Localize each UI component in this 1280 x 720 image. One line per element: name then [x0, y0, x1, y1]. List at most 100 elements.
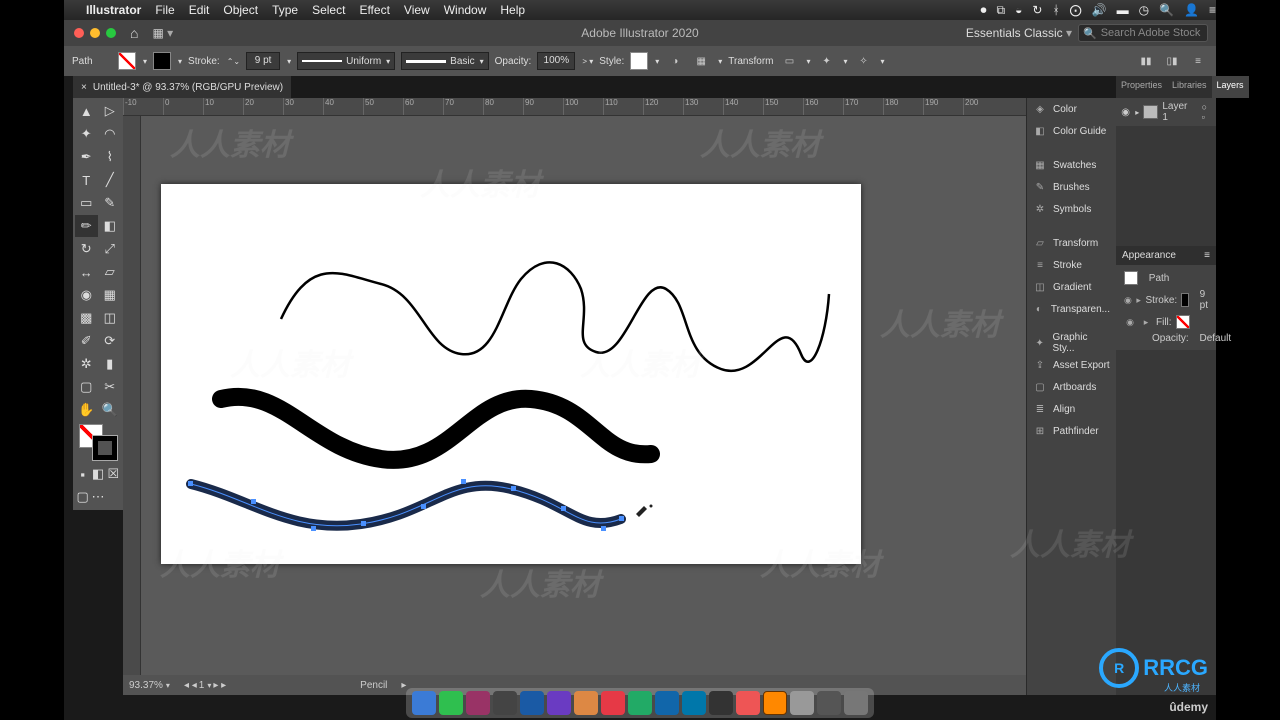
- type-tool[interactable]: T: [75, 169, 98, 191]
- dock-panel-transparen-[interactable]: ◐Transparen...: [1027, 298, 1116, 320]
- paintbrush-tool[interactable]: ✎: [99, 192, 122, 214]
- user-icon[interactable]: 👤: [1184, 3, 1199, 17]
- stroke-weight-field[interactable]: 9 pt: [246, 52, 280, 70]
- battery-icon[interactable]: ▬: [1117, 3, 1129, 17]
- align-icon[interactable]: ▦: [691, 51, 711, 71]
- close-window[interactable]: [74, 28, 84, 38]
- variable-width-profile[interactable]: Uniform▾: [297, 52, 395, 70]
- menu-edit[interactable]: Edit: [189, 3, 210, 17]
- appearance-fill-row[interactable]: ◉▸Fill:: [1120, 313, 1212, 331]
- arrange-documents-icon[interactable]: ▦ ▾: [152, 26, 173, 40]
- volume-icon[interactable]: 🔊: [1092, 3, 1107, 17]
- rectangle-tool[interactable]: ▭: [75, 192, 98, 214]
- layer-name[interactable]: Layer 1: [1162, 101, 1193, 123]
- graph-tool[interactable]: ▮: [99, 353, 122, 375]
- stroke-weight-stepper[interactable]: ⌃⌄: [227, 57, 240, 66]
- dock-trash-icon[interactable]: [844, 691, 868, 715]
- zoom-level[interactable]: 93.37% ▾: [129, 680, 170, 691]
- dock-panel-symbols[interactable]: ✲Symbols: [1027, 198, 1116, 220]
- magic-wand-tool[interactable]: ✦: [75, 123, 98, 145]
- dropbox-icon[interactable]: ⧉: [997, 3, 1006, 18]
- artboard-nav[interactable]: ◂ ◂ 1 ▾ ▸ ▸: [184, 680, 226, 691]
- opacity-dropdown[interactable]: > ▾: [582, 57, 593, 66]
- symbol-sprayer-tool[interactable]: ✲: [75, 353, 98, 375]
- bluetooth-icon[interactable]: ᚼ: [1052, 3, 1059, 17]
- visibility-icon[interactable]: ◉: [1120, 107, 1131, 118]
- selected-curve-path[interactable]: [191, 484, 621, 526]
- edit-toolbar[interactable]: ⋯: [90, 486, 105, 508]
- dock-illustrator-icon[interactable]: [763, 691, 787, 715]
- line-tool[interactable]: ╱: [99, 169, 122, 191]
- dock-panel-artboards[interactable]: ▢Artboards: [1027, 376, 1116, 398]
- eraser-tool[interactable]: ◧: [99, 215, 122, 237]
- perspective-tool[interactable]: ▦: [99, 284, 122, 306]
- home-icon[interactable]: ⌂: [130, 25, 138, 41]
- dock-app-icon[interactable]: [682, 691, 706, 715]
- tab-properties[interactable]: Properties: [1116, 76, 1167, 98]
- cc-icon[interactable]: ◒: [1015, 3, 1022, 17]
- fill-swatch[interactable]: [118, 52, 136, 70]
- stroke-swatch[interactable]: [153, 52, 171, 70]
- menu-extra-icon[interactable]: ≡: [1209, 3, 1216, 17]
- clock-icon[interactable]: ◷: [1139, 3, 1149, 17]
- curvature-tool[interactable]: ⌇: [99, 146, 122, 168]
- menu-help[interactable]: Help: [500, 3, 525, 17]
- expand-icon[interactable]: ▸: [1135, 108, 1139, 117]
- artboard[interactable]: [161, 184, 861, 564]
- dock-app-icon[interactable]: [790, 691, 814, 715]
- layer-thumbnail[interactable]: [1143, 105, 1158, 119]
- recolor-icon[interactable]: ◑: [665, 51, 685, 71]
- artboard-tool[interactable]: ▢: [75, 376, 98, 398]
- dock-panel-pathfinder[interactable]: ⊞Pathfinder: [1027, 420, 1116, 442]
- workspace-switcher[interactable]: Essentials Classic ▾: [966, 26, 1072, 40]
- slice-tool[interactable]: ✂: [99, 376, 122, 398]
- vertical-ruler[interactable]: [123, 116, 141, 675]
- canvas[interactable]: [141, 116, 1026, 675]
- dock-panel-color[interactable]: ◈Color: [1027, 98, 1116, 120]
- dock-app-icon[interactable]: [493, 691, 517, 715]
- dock-app-icon[interactable]: [817, 691, 841, 715]
- pen-tool[interactable]: ✒: [75, 146, 98, 168]
- width-tool[interactable]: ↔: [75, 261, 98, 283]
- dock-panel-align[interactable]: ≣Align: [1027, 398, 1116, 420]
- gradient-tool[interactable]: ◫: [99, 307, 122, 329]
- scale-tool[interactable]: ⤢: [99, 238, 122, 260]
- horizontal-ruler[interactable]: -100102030405060708090100110120130140150…: [123, 98, 1036, 116]
- dock-finder-icon[interactable]: [412, 691, 436, 715]
- dock-app-icon[interactable]: [574, 691, 598, 715]
- spotlight-icon[interactable]: 🔍: [1159, 3, 1174, 17]
- screen-mode[interactable]: ▢: [75, 486, 90, 508]
- stroke-box[interactable]: [93, 436, 117, 460]
- dock-app-icon[interactable]: [547, 691, 571, 715]
- shape-builder-tool[interactable]: ◉: [75, 284, 98, 306]
- hand-tool[interactable]: ✋: [75, 399, 98, 421]
- layer-row[interactable]: ◉ ▸ Layer 1 ○ ▫: [1120, 102, 1212, 122]
- direct-selection-tool[interactable]: ▷: [99, 100, 122, 122]
- menu-object[interactable]: Object: [223, 3, 258, 17]
- panel-toggle-1-icon[interactable]: ▮▮: [1136, 51, 1156, 71]
- thin-curve-path[interactable]: [281, 262, 829, 371]
- dock-app-icon[interactable]: [520, 691, 544, 715]
- zoom-tool[interactable]: 🔍: [99, 399, 122, 421]
- appearance-stroke-row[interactable]: ◉▸Stroke: 9 pt: [1120, 287, 1212, 313]
- status-record-icon[interactable]: ⏺: [981, 3, 987, 18]
- preferences-icon[interactable]: ✧: [854, 51, 874, 71]
- tab-layers[interactable]: Layers: [1212, 76, 1249, 98]
- panel-menu-icon[interactable]: ≡: [1204, 250, 1210, 261]
- blend-tool[interactable]: ⟳: [99, 330, 122, 352]
- pencil-tool[interactable]: ✏: [75, 215, 98, 237]
- menu-file[interactable]: File: [155, 3, 174, 17]
- appearance-opacity-row[interactable]: Opacity: Default: [1120, 331, 1212, 346]
- dock-app-icon[interactable]: [628, 691, 652, 715]
- rotate-tool[interactable]: ↻: [75, 238, 98, 260]
- brush-definition[interactable]: Basic▾: [401, 52, 488, 70]
- dock-app-icon[interactable]: [439, 691, 463, 715]
- dock-app-icon[interactable]: [655, 691, 679, 715]
- menu-type[interactable]: Type: [272, 3, 298, 17]
- opacity-field[interactable]: 100%: [537, 52, 575, 70]
- dock-app-icon[interactable]: [709, 691, 733, 715]
- dock-app-icon[interactable]: [736, 691, 760, 715]
- panel-menu-icon[interactable]: ≡: [1188, 51, 1208, 71]
- dock-panel-graphic-sty-[interactable]: ✦Graphic Sty...: [1027, 332, 1116, 354]
- app-menu[interactable]: Illustrator: [86, 3, 141, 17]
